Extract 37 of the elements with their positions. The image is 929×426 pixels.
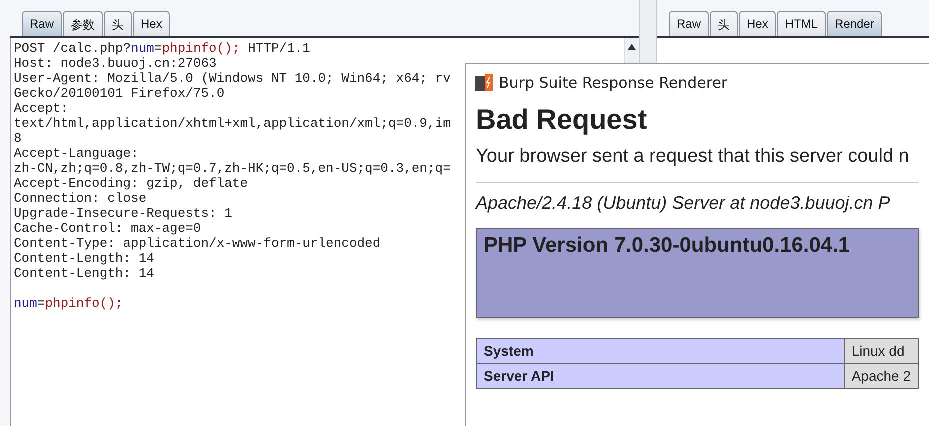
- editor-tab[interactable]: Render: [827, 11, 882, 36]
- editor-tab[interactable]: Hex: [739, 11, 776, 36]
- table-cell: Linux dd: [844, 338, 918, 364]
- editor-tab[interactable]: 参数: [63, 11, 104, 36]
- request-line: Host: node3.buuoj.cn:27063: [14, 56, 217, 71]
- editor-tab[interactable]: HTML: [777, 11, 826, 36]
- request-line: zh-CN,zh;q=0.8,zh-TW;q=0.7,zh-HK;q=0.5,en-US;q=0.3,en;q=: [14, 161, 451, 176]
- error-message: Your browser sent a request that this server could n: [476, 146, 910, 168]
- window-title: Burp Suite Response Renderer: [499, 74, 728, 92]
- editor-tab[interactable]: Hex: [133, 11, 170, 36]
- request-line: Content-Length: 14: [14, 251, 154, 266]
- request-line: Content-Type: application/x-www-form-urlencoded: [14, 236, 381, 251]
- editor-tab[interactable]: Raw: [22, 11, 62, 36]
- request-line: num=phpinfo();: [14, 296, 124, 311]
- scroll-up-icon[interactable]: [628, 44, 636, 50]
- request-line: Connection: close: [14, 191, 147, 206]
- request-line: Accept:: [14, 101, 69, 116]
- table-cell: System: [476, 338, 844, 364]
- request-line: User-Agent: Mozilla/5.0 (Windows NT 10.0; Win64; x64; rv: [14, 71, 451, 86]
- table-cell: Server API: [476, 364, 844, 388]
- table-cell: Apache 2: [844, 364, 918, 388]
- request-line: text/html,application/xhtml+xml,application/xml;q=0.9,im: [14, 116, 451, 131]
- request-line: POST /calc.php?num=phpinfo(); HTTP/1.1: [14, 41, 310, 56]
- editor-tab[interactable]: 头: [710, 11, 738, 36]
- app-logo-icon: [475, 74, 493, 92]
- request-line: Upgrade-Insecure-Requests: 1: [14, 206, 232, 221]
- request-line: Cache-Control: max-age=0: [14, 221, 202, 236]
- request-line: Content-Length: 14: [14, 266, 154, 281]
- editor-tab[interactable]: Raw: [669, 11, 710, 36]
- request-line: 8: [14, 131, 22, 146]
- request-line: Accept-Encoding: gzip, deflate: [14, 176, 248, 191]
- server-signature: Apache/2.4.18 (Ubuntu) Server at node3.buuoj.cn P: [476, 193, 892, 214]
- request-line: Accept-Language:: [14, 146, 139, 161]
- editor-tab[interactable]: 头: [104, 11, 132, 36]
- request-line: Gecko/20100101 Firefox/75.0: [14, 86, 225, 101]
- page-heading: Bad Request: [476, 104, 648, 136]
- php-version-title: PHP Version 7.0.30-0ubuntu0.16.04.1: [484, 234, 850, 257]
